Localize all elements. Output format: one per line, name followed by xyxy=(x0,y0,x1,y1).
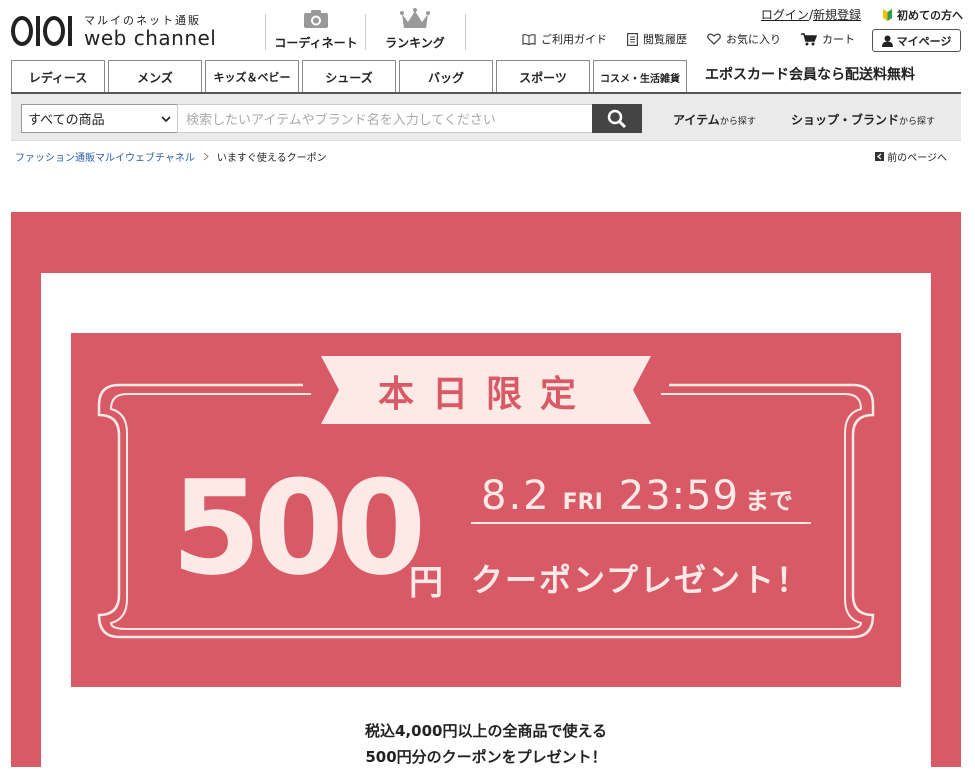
find-item-suffix: から探す xyxy=(719,117,756,127)
logo-title: web channel xyxy=(84,26,217,50)
coupon-banner: 本日限定 500 円 8.2 FRI 23:59 まで クーポンプレゼント！ 税… xyxy=(11,212,961,767)
tab-bags[interactable]: バッグ xyxy=(399,60,493,93)
oioi-logo-mark xyxy=(11,16,72,46)
search-button[interactable] xyxy=(592,104,642,133)
register-link[interactable]: 新規登録 xyxy=(813,8,861,22)
coupon-yen: 円 xyxy=(409,563,443,603)
coupon-description: 税込4,000円以上の全商品で使える 500円分のクーポンをプレゼント！ xyxy=(41,718,931,770)
nav-coordinate[interactable]: コーディネート xyxy=(267,8,365,51)
category-select[interactable]: すべての商品 xyxy=(21,104,179,133)
back-label: 前のページへ xyxy=(887,153,947,164)
category-select-value: すべての商品 xyxy=(28,113,105,128)
breadcrumb: ファッション通販マルイウェブチャネル いますぐ使えるクーポン xyxy=(15,149,327,164)
breadcrumb-home-link[interactable]: ファッション通販マルイウェブチャネル xyxy=(15,149,195,164)
beginner-mark-icon xyxy=(883,8,892,21)
search-icon xyxy=(607,109,627,128)
guide-label: ご利用ガイド xyxy=(541,33,607,46)
free-shipping-promo[interactable]: エポスカード会員なら配送料無料 xyxy=(705,64,915,84)
site-header: マルイのネット通販 web channel コーディネート ランキング ログイン… xyxy=(0,0,975,60)
first-time-link[interactable]: 初めての方へ xyxy=(883,7,963,23)
history-label: 閲覧履歴 xyxy=(643,33,687,46)
find-by-shop-link[interactable]: ショップ・ブランドから探す xyxy=(791,111,935,128)
tab-shoes[interactable]: シューズ xyxy=(302,60,396,93)
banner-inner-panel: 本日限定 500 円 8.2 FRI 23:59 まで クーポンプレゼント！ 税… xyxy=(41,273,931,767)
chevron-down-icon xyxy=(161,116,171,123)
coupon-ticket[interactable]: 本日限定 500 円 8.2 FRI 23:59 まで クーポンプレゼント！ xyxy=(71,333,901,687)
back-arrow-icon xyxy=(875,152,885,161)
deadline-time: 23:59 xyxy=(618,473,740,519)
deadline-until: まで xyxy=(745,487,794,515)
nav-coordinate-label: コーディネート xyxy=(274,36,358,50)
search-bar: すべての商品 検索したいアイテムやブランド名を入力してください アイテムから探す… xyxy=(11,94,961,141)
mypage-button[interactable]: マイページ xyxy=(872,29,961,52)
today-only-ribbon: 本日限定 xyxy=(377,374,594,415)
login-link[interactable]: ログイン xyxy=(761,8,809,22)
tab-mens[interactable]: メンズ xyxy=(108,60,202,93)
find-item-label: アイテム xyxy=(673,113,720,127)
guide-link[interactable]: ご利用ガイド xyxy=(522,31,607,47)
find-shop-suffix: から探す xyxy=(899,117,936,127)
user-icon xyxy=(881,35,893,47)
deadline: 8.2 FRI 23:59 まで xyxy=(481,473,793,519)
book-icon xyxy=(522,33,536,45)
search-input[interactable]: 検索したいアイテムやブランド名を入力してください xyxy=(177,104,593,133)
tab-sports[interactable]: スポーツ xyxy=(496,60,590,93)
cart-icon xyxy=(801,32,817,45)
cart-link[interactable]: カート xyxy=(801,31,855,47)
history-list-icon xyxy=(627,32,638,46)
tab-ladies[interactable]: レディース xyxy=(11,60,105,93)
back-link[interactable]: 前のページへ xyxy=(875,149,947,164)
mypage-label: マイページ xyxy=(896,34,952,48)
first-time-label: 初めての方へ xyxy=(897,8,963,22)
nav-ranking-label: ランキング xyxy=(385,36,445,50)
history-link[interactable]: 閲覧履歴 xyxy=(627,31,687,47)
camera-icon xyxy=(267,8,365,30)
deadline-weekday: FRI xyxy=(562,490,603,515)
heart-icon xyxy=(707,33,721,45)
coupon-description-line1: 税込4,000円以上の全商品で使える xyxy=(365,722,607,740)
favorites-label: お気に入り xyxy=(726,33,781,46)
site-logo[interactable]: マルイのネット通販 web channel xyxy=(11,12,216,50)
cart-label: カート xyxy=(822,33,855,46)
crown-icon xyxy=(366,8,464,30)
deadline-underline xyxy=(471,522,811,524)
tab-kids-baby[interactable]: キッズ＆ベビー xyxy=(205,60,299,93)
chevron-right-icon xyxy=(203,152,209,161)
find-by-item-link[interactable]: アイテムから探す xyxy=(673,111,756,128)
deadline-date: 8.2 xyxy=(481,473,551,519)
category-tabs: レディース メンズ キッズ＆ベビー シューズ バッグ スポーツ コスメ・生活雑貨 xyxy=(11,60,687,93)
nav-ranking[interactable]: ランキング xyxy=(366,8,464,51)
tab-cosme-goods[interactable]: コスメ・生活雑貨 xyxy=(593,60,687,93)
coupon-present-text: クーポンプレゼント！ xyxy=(471,561,811,599)
favorites-link[interactable]: お気に入り xyxy=(707,31,781,47)
coupon-amount: 500 xyxy=(171,452,426,604)
find-shop-label: ショップ・ブランド xyxy=(791,113,900,127)
breadcrumb-current: いますぐ使えるクーポン xyxy=(216,153,327,164)
coupon-description-line2: 500円分のクーポンをプレゼント！ xyxy=(365,748,607,766)
